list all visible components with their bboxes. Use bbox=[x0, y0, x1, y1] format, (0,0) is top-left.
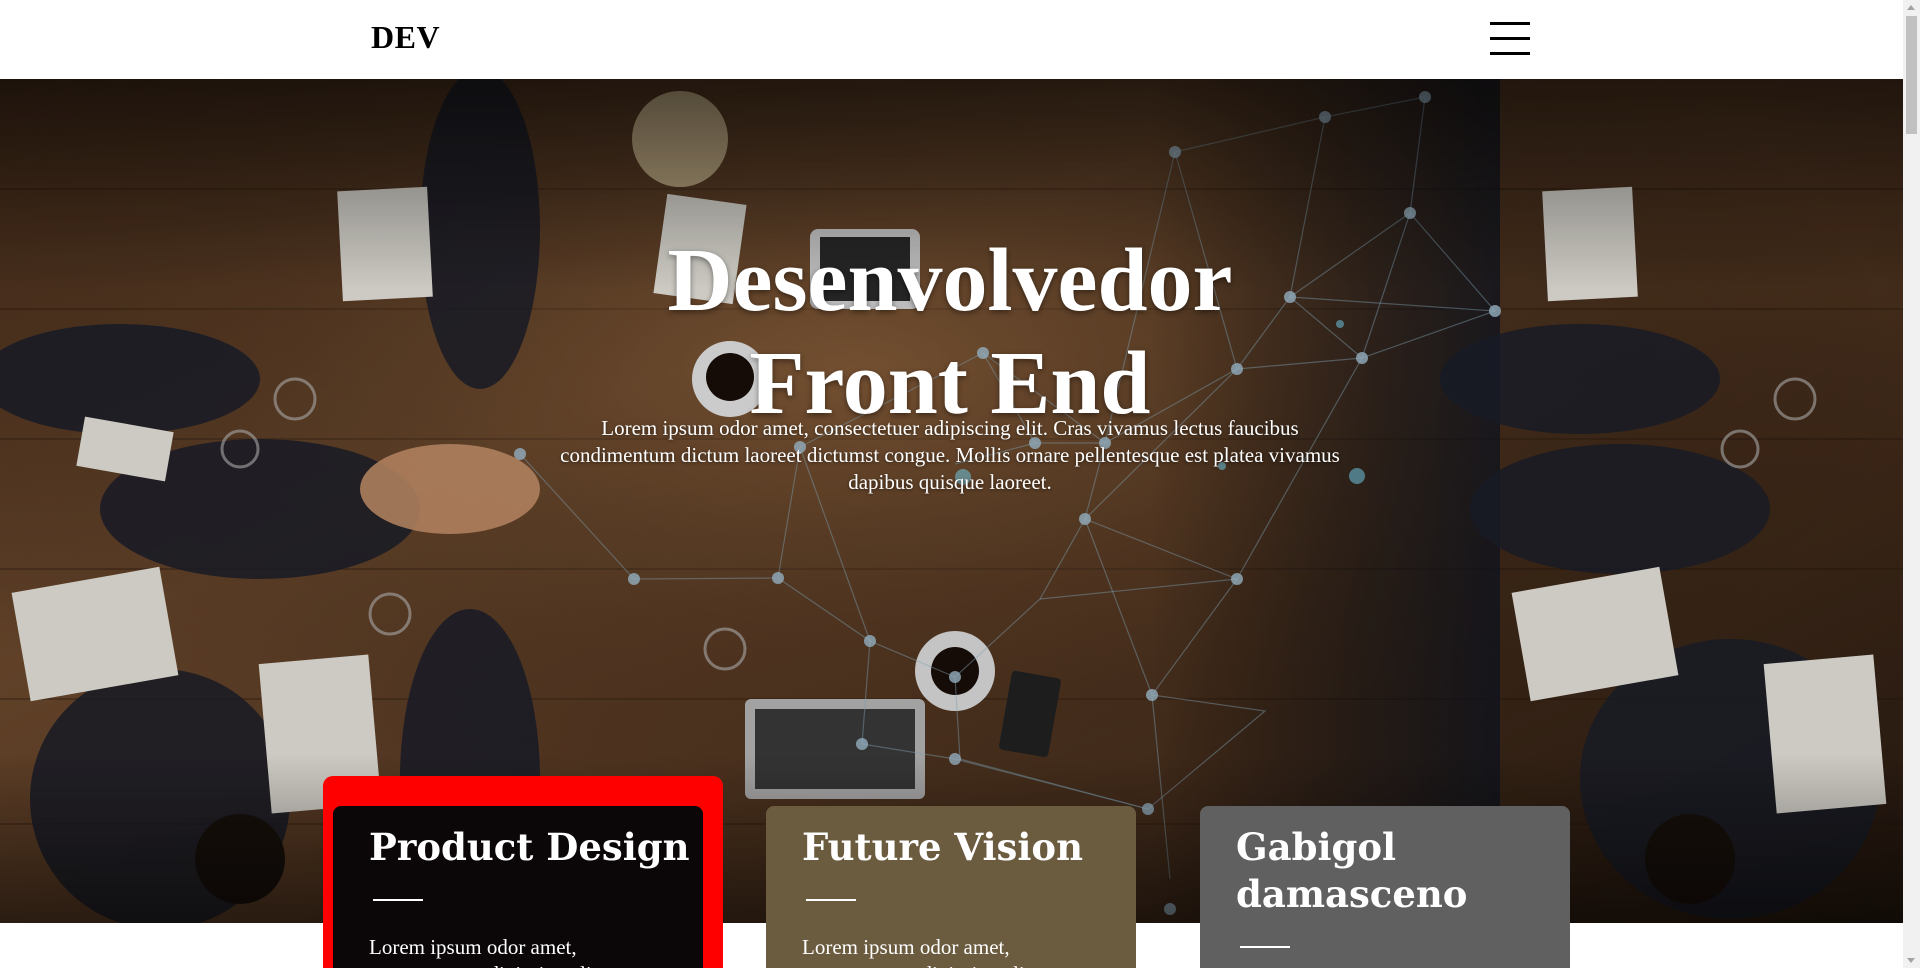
card-divider bbox=[806, 899, 856, 901]
card-title: Future Vision bbox=[802, 825, 1084, 869]
hamburger-menu-icon[interactable] bbox=[1490, 20, 1532, 56]
hero-title: Desenvolvedor Front End bbox=[550, 229, 1350, 435]
card-text: Lorem ipsum odor amet, consectetuer adip… bbox=[369, 935, 603, 968]
card-gabigol-damasceno[interactable]: Gabigol damasceno bbox=[1200, 806, 1570, 968]
scroll-up-arrow-icon[interactable] bbox=[1907, 5, 1915, 10]
hero-title-line-1: Desenvolvedor bbox=[667, 231, 1233, 330]
card-title: Gabigol damasceno bbox=[1236, 825, 1468, 916]
card-divider bbox=[1240, 946, 1290, 948]
page-scrollbar[interactable] bbox=[1903, 0, 1920, 968]
hero-section: Desenvolvedor Front End Lorem ipsum odor… bbox=[0, 79, 1903, 923]
logo[interactable]: DEV bbox=[371, 19, 440, 56]
menu-line bbox=[1490, 52, 1530, 55]
top-navbar: DEV bbox=[0, 0, 1903, 79]
card-divider bbox=[373, 899, 423, 901]
card-title: Product Design bbox=[369, 825, 690, 869]
menu-line bbox=[1490, 22, 1530, 25]
scroll-down-arrow-icon[interactable] bbox=[1907, 958, 1915, 963]
card-product-design[interactable]: Product Design Lorem ipsum odor amet, co… bbox=[333, 806, 703, 968]
card-future-vision[interactable]: Future Vision Lorem ipsum odor amet, con… bbox=[766, 806, 1136, 968]
page: DEV Desenvolvedor Front End Lorem ipsum … bbox=[0, 0, 1920, 968]
hero-description: Lorem ipsum odor amet, consectetuer adip… bbox=[560, 416, 1340, 494]
menu-line bbox=[1490, 37, 1530, 40]
hero-background-image bbox=[0, 79, 1903, 923]
card-text: Lorem ipsum odor amet, consectetuer adip… bbox=[802, 935, 1036, 968]
scroll-thumb[interactable] bbox=[1906, 16, 1917, 134]
